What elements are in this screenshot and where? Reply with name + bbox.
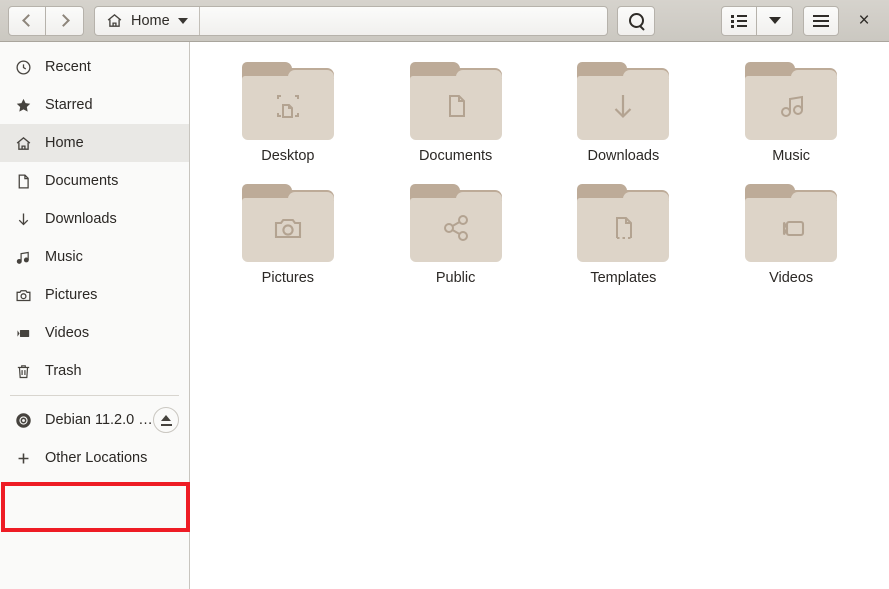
window-body: Recent Starred Home Documents Downloads … [0, 42, 889, 589]
navigation-button-group [8, 5, 84, 36]
search-icon [628, 13, 644, 28]
sidebar-item-recent[interactable]: Recent [0, 48, 189, 86]
sidebar-item-home[interactable]: Home [0, 124, 189, 162]
hamburger-menu-icon [813, 14, 829, 27]
main-menu-button[interactable] [803, 5, 839, 36]
file-item-public[interactable]: Public [372, 178, 540, 286]
sidebar-item-label: Other Locations [45, 450, 148, 466]
file-item-downloads[interactable]: Downloads [540, 56, 708, 164]
file-label: Templates [590, 270, 657, 286]
optical-disc-icon [14, 411, 32, 429]
folder-icon [745, 184, 838, 262]
view-options-button[interactable] [757, 5, 793, 36]
back-button[interactable] [8, 5, 46, 36]
plus-icon [14, 449, 32, 467]
sidebar-item-debian-disc[interactable]: Debian 11.2.0 … [0, 401, 153, 439]
document-emblem-icon [439, 89, 473, 128]
file-item-music[interactable]: Music [707, 56, 875, 164]
chevron-down-icon [768, 17, 781, 24]
folder-icon [409, 62, 502, 140]
download-emblem-icon [606, 89, 640, 128]
list-view-icon [731, 14, 747, 28]
trash-icon [14, 362, 32, 380]
file-grid: Desktop Documents Downloads Music Pictur… [190, 56, 889, 286]
header-bar: Home × [0, 0, 889, 42]
file-item-desktop[interactable]: Desktop [204, 56, 372, 164]
file-grid-view[interactable]: Desktop Documents Downloads Music Pictur… [190, 42, 889, 589]
sidebar: Recent Starred Home Documents Downloads … [0, 42, 190, 589]
file-label: Videos [769, 270, 814, 286]
file-label: Downloads [587, 148, 660, 164]
file-item-pictures[interactable]: Pictures [204, 178, 372, 286]
chevron-right-icon [56, 14, 70, 27]
music-emblem-icon [774, 89, 808, 128]
sidebar-item-music[interactable]: Music [0, 238, 189, 276]
clock-icon [14, 58, 32, 76]
highlight-annotation-other-locations [1, 482, 190, 532]
sidebar-item-label: Music [45, 249, 83, 265]
sidebar-item-documents[interactable]: Documents [0, 162, 189, 200]
sidebar-device-row: Debian 11.2.0 … [0, 401, 189, 439]
file-item-templates[interactable]: Templates [540, 178, 708, 286]
sidebar-item-label: Trash [45, 363, 82, 379]
folder-icon [577, 62, 670, 140]
sidebar-item-downloads[interactable]: Downloads [0, 200, 189, 238]
sidebar-item-videos[interactable]: Videos [0, 314, 189, 352]
eject-button[interactable] [153, 407, 179, 433]
folder-icon [745, 62, 838, 140]
sidebar-device-label: Debian 11.2.0 … [45, 412, 153, 428]
sidebar-item-starred[interactable]: Starred [0, 86, 189, 124]
folder-icon [577, 184, 670, 262]
music-note-icon [14, 248, 32, 266]
search-button[interactable] [617, 5, 655, 36]
share-emblem-icon [439, 211, 473, 250]
download-arrow-icon [14, 210, 32, 228]
forward-button[interactable] [46, 5, 84, 36]
camera-icon [14, 286, 32, 304]
chevron-down-icon[interactable] [177, 17, 188, 24]
star-icon [14, 96, 32, 114]
breadcrumb-home-label: Home [131, 12, 170, 29]
sidebar-item-trash[interactable]: Trash [0, 352, 189, 390]
file-label: Desktop [261, 148, 315, 164]
sidebar-item-label: Videos [45, 325, 90, 341]
folder-icon [241, 184, 334, 262]
sidebar-item-pictures[interactable]: Pictures [0, 276, 189, 314]
view-button-group [721, 5, 793, 36]
file-item-videos[interactable]: Videos [707, 178, 875, 286]
video-emblem-icon [773, 210, 809, 251]
sidebar-item-label: Recent [45, 59, 91, 75]
file-item-documents[interactable]: Documents [372, 56, 540, 164]
file-label: Music [772, 148, 811, 164]
eject-icon [160, 414, 172, 426]
folder-icon [409, 184, 502, 262]
camera-emblem-icon [270, 210, 306, 251]
chevron-left-icon [22, 14, 35, 27]
file-manager-window: Home × Recent Starred Home Documents Dow… [0, 0, 889, 589]
home-icon [105, 12, 123, 30]
home-icon [14, 134, 32, 152]
desktop-emblem-icon [271, 89, 305, 128]
sidebar-item-label: Documents [45, 173, 119, 189]
folder-icon [241, 62, 334, 140]
file-label: Pictures [261, 270, 315, 286]
sidebar-item-label: Starred [45, 97, 93, 113]
sidebar-item-other-locations[interactable]: Other Locations [0, 439, 189, 477]
video-camera-icon [14, 324, 32, 342]
list-view-button[interactable] [721, 5, 757, 36]
file-label: Public [435, 270, 476, 286]
path-bar: Home [94, 5, 608, 36]
sidebar-item-label: Downloads [45, 211, 117, 227]
sidebar-item-label: Home [45, 135, 84, 151]
document-icon [14, 172, 32, 190]
breadcrumb-home[interactable]: Home [95, 6, 200, 35]
file-label: Documents [418, 148, 493, 164]
path-bar-empty-area[interactable] [200, 7, 607, 35]
close-button[interactable]: × [847, 4, 881, 38]
sidebar-divider [10, 395, 179, 396]
template-emblem-icon [606, 211, 640, 250]
sidebar-item-label: Pictures [45, 287, 98, 303]
